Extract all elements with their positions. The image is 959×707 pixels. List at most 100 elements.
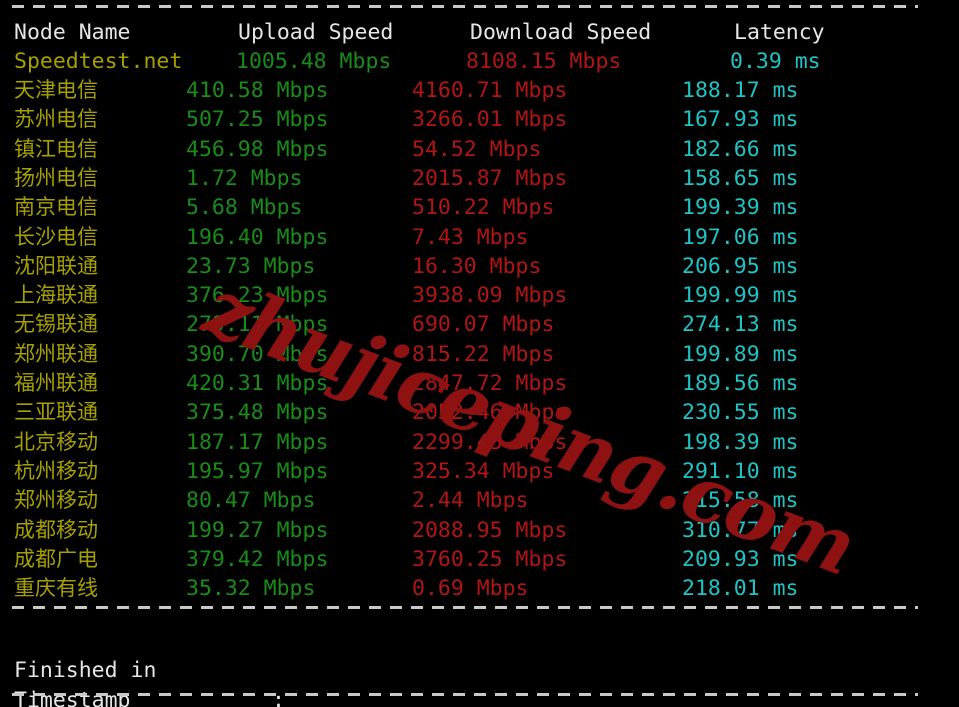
cell-latency: 158.65 ms	[682, 165, 799, 191]
cell-node-name: 南京电信	[14, 195, 98, 220]
table-row: 北京移动 187.17 Mbps 2299.45 Mbps 198.39 ms	[0, 428, 959, 457]
cell-latency: 198.39 ms	[682, 429, 799, 455]
cell-upload-speed: 456.98 Mbps	[186, 136, 329, 162]
table-row: 天津电信 410.58 Mbps 4160.71 Mbps 188.17 ms	[0, 76, 959, 105]
cell-download-speed: 2299.45 Mbps	[412, 429, 568, 455]
cell-download-speed: 325.34 Mbps	[412, 458, 555, 484]
summary-node-name: Speedtest.net	[14, 49, 183, 74]
cell-upload-speed: 199.27 Mbps	[186, 517, 329, 543]
cell-upload-speed: 379.42 Mbps	[186, 546, 329, 572]
table-row: 杭州移动 195.97 Mbps 325.34 Mbps 291.10 ms	[0, 457, 959, 486]
cell-node-name: 扬州电信	[14, 165, 98, 190]
cell-node-name: 杭州移动	[14, 458, 98, 483]
cell-upload-speed: 35.32 Mbps	[186, 576, 316, 602]
cell-download-speed: 0.69 Mbps	[412, 576, 529, 602]
cell-latency: 215.58 ms	[682, 488, 799, 514]
separator-rule-top	[12, 5, 918, 8]
cell-node-name: 北京移动	[14, 429, 98, 454]
cell-download-speed: 4160.71 Mbps	[412, 78, 568, 103]
cell-upload-speed: 376.23 Mbps	[186, 283, 329, 309]
table-row: 重庆有线 35.32 Mbps 0.69 Mbps 218.01 ms	[0, 574, 959, 603]
cell-upload-speed: 420.31 Mbps	[186, 371, 329, 396]
cell-download-speed: 16.30 Mbps	[412, 253, 542, 279]
table-row: 郑州联通 390.70 Mbps 815.22 Mbps 199.89 ms	[0, 340, 959, 369]
table-row: 长沙电信 196.40 Mbps 7.43 Mbps 197.06 ms	[0, 223, 959, 252]
separator-rule-middle	[12, 606, 918, 609]
table-row: 镇江电信 456.98 Mbps 54.52 Mbps 182.66 ms	[0, 135, 959, 164]
table-row-speedtest-summary: Speedtest.net 1005.48 Mbps 8108.15 Mbps …	[0, 47, 959, 76]
cell-latency: 188.17 ms	[682, 78, 799, 103]
cell-upload-speed: 23.73 Mbps	[186, 253, 316, 279]
cell-node-name: 无锡联通	[14, 312, 98, 337]
cell-download-speed: 2052.46 Mbps	[412, 400, 568, 426]
cell-download-speed: 3760.25 Mbps	[412, 546, 568, 572]
table-row: 上海联通 376.23 Mbps 3938.09 Mbps 199.99 ms	[0, 281, 959, 310]
cell-latency: 209.93 ms	[682, 546, 799, 572]
cell-node-name: 重庆有线	[14, 576, 98, 601]
table-row: 无锡联通 279.11 Mbps 690.07 Mbps 274.13 ms	[0, 310, 959, 339]
cell-latency: 274.13 ms	[682, 312, 799, 338]
table-row: 三亚联通 375.48 Mbps 2052.46 Mbps 230.55 ms	[0, 398, 959, 427]
table-row: 南京电信 5.68 Mbps 510.22 Mbps 199.39 ms	[0, 193, 959, 222]
cell-node-name: 镇江电信	[14, 136, 98, 161]
cell-latency: 206.95 ms	[682, 253, 799, 279]
cell-node-name: 郑州移动	[14, 488, 98, 513]
cell-upload-speed: 80.47 Mbps	[186, 488, 316, 514]
cell-node-name: 三亚联通	[14, 400, 98, 425]
summary-upload-speed: 1005.48 Mbps	[236, 49, 392, 74]
cell-latency: 189.56 ms	[682, 371, 799, 396]
cell-upload-speed: 375.48 Mbps	[186, 400, 329, 426]
column-header-upload-speed: Upload Speed	[238, 20, 394, 45]
cell-node-name: 成都广电	[14, 546, 98, 571]
finished-in-colon: :	[272, 688, 285, 707]
cell-node-name: 上海联通	[14, 283, 98, 308]
cell-download-speed: 3266.01 Mbps	[412, 107, 568, 133]
cell-upload-speed: 410.58 Mbps	[186, 78, 329, 103]
table-row: 苏州电信 507.25 Mbps 3266.01 Mbps 167.93 ms	[0, 105, 959, 134]
cell-node-name: 长沙电信	[14, 224, 98, 249]
cell-upload-speed: 187.17 Mbps	[186, 429, 329, 455]
cell-download-speed: 690.07 Mbps	[412, 312, 555, 338]
cell-download-speed: 815.22 Mbps	[412, 341, 555, 367]
cell-latency: 230.55 ms	[682, 400, 799, 426]
footer-row-finished-in: Finished in : 11 min 1 sec	[0, 626, 959, 707]
column-header-latency: Latency	[734, 20, 825, 45]
separator-rule-bottom	[12, 693, 918, 696]
cell-latency: 199.39 ms	[682, 195, 799, 221]
cell-download-speed: 2015.87 Mbps	[412, 165, 568, 191]
cell-upload-speed: 507.25 Mbps	[186, 107, 329, 133]
table-row: 成都移动 199.27 Mbps 2088.95 Mbps 310.77 ms	[0, 516, 959, 545]
table-row: 郑州移动 80.47 Mbps 2.44 Mbps 215.58 ms	[0, 486, 959, 515]
cell-download-speed: 510.22 Mbps	[412, 195, 555, 221]
cell-node-name: 成都移动	[14, 517, 98, 542]
terminal-window: Node Name Upload Speed Download Speed La…	[0, 0, 959, 707]
cell-node-name: 沈阳联通	[14, 253, 98, 278]
cell-download-speed: 3938.09 Mbps	[412, 283, 568, 309]
cell-upload-speed: 1.72 Mbps	[186, 165, 303, 191]
footer-row-timestamp: Timestamp : 2023-12-03 22:36:40 UTC	[0, 656, 959, 707]
cell-latency: 199.89 ms	[682, 341, 799, 367]
cell-latency: 291.10 ms	[682, 458, 799, 484]
cell-upload-speed: 196.40 Mbps	[186, 224, 329, 250]
table-row: 福州联通 420.31 Mbps 2847.72 Mbps 189.56 ms	[0, 369, 959, 398]
cell-download-speed: 2088.95 Mbps	[412, 517, 568, 543]
cell-upload-speed: 279.11 Mbps	[186, 312, 329, 338]
cell-download-speed: 7.43 Mbps	[412, 224, 529, 250]
table-row: 成都广电 379.42 Mbps 3760.25 Mbps 209.93 ms	[0, 545, 959, 574]
table-row: 扬州电信 1.72 Mbps 2015.87 Mbps 158.65 ms	[0, 164, 959, 193]
cell-download-speed: 2847.72 Mbps	[412, 371, 568, 396]
table-header-row: Node Name Upload Speed Download Speed La…	[0, 18, 959, 47]
cell-upload-speed: 390.70 Mbps	[186, 341, 329, 367]
cell-upload-speed: 5.68 Mbps	[186, 195, 303, 221]
cell-latency: 182.66 ms	[682, 136, 799, 162]
summary-latency: 0.39 ms	[730, 49, 821, 74]
table-row: 沈阳联通 23.73 Mbps 16.30 Mbps 206.95 ms	[0, 252, 959, 281]
cell-download-speed: 2.44 Mbps	[412, 488, 529, 514]
cell-latency: 199.99 ms	[682, 283, 799, 309]
cell-node-name: 郑州联通	[14, 341, 98, 366]
timestamp-label: Timestamp	[14, 688, 131, 707]
cell-latency: 167.93 ms	[682, 107, 799, 133]
cell-node-name: 福州联通	[14, 371, 98, 395]
summary-download-speed: 8108.15 Mbps	[466, 49, 622, 74]
column-header-download-speed: Download Speed	[470, 20, 652, 45]
